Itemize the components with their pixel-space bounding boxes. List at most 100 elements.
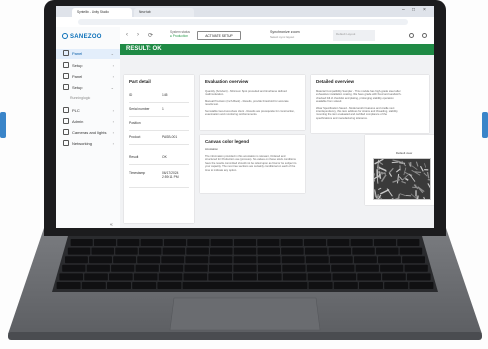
user-icon[interactable]	[422, 33, 427, 38]
keyboard-key	[107, 282, 131, 289]
browser-tabbar: Syntellix - Unity Studio New tab – □ ×	[56, 6, 434, 17]
laptop-screen: Syntellix - Unity Studio New tab – □ × S…	[56, 6, 434, 228]
close-icon[interactable]: ×	[423, 7, 426, 13]
browser-tab-active[interactable]: Syntellix - Unity Studio	[72, 8, 132, 17]
keyboard-key	[133, 273, 158, 281]
keyboard-key	[352, 247, 375, 255]
refresh-icon[interactable]: ⟳	[148, 32, 153, 39]
detail-key: Result	[129, 155, 139, 159]
detailed-text: Material Compatibility Sampler - This mo…	[316, 90, 424, 120]
scrap-piece	[427, 178, 430, 181]
keyboard-key	[65, 256, 88, 264]
keyboard-key	[233, 256, 257, 264]
keyboard-key	[70, 239, 93, 246]
legend-text: The information provided in this annotat…	[205, 155, 301, 172]
part-detail-card: Part detail ID 145 Serial number 1 Positio…	[124, 75, 194, 223]
sidebar-item-networking[interactable]: Networking ›	[56, 139, 120, 149]
keyboard-key	[359, 282, 383, 289]
sidebar-item-label: Admin	[72, 119, 84, 124]
sidebar-item-plc[interactable]: PLC ›	[56, 106, 120, 116]
wrench-icon	[63, 61, 69, 68]
browser-tab-new[interactable]: New tab	[134, 8, 194, 17]
keyboard-key	[185, 256, 209, 264]
chevron-icon: ›	[112, 74, 114, 79]
sync-zoom[interactable]: Synchronize zoom Select sync layout	[270, 30, 300, 39]
sidebar-item-label: Panel	[72, 74, 83, 79]
evaluation-text: Quantity (Scrubert) - Minimum Spot prece…	[205, 90, 301, 116]
keyboard-key	[373, 239, 397, 246]
keyboard-key	[208, 264, 233, 272]
sidebar-item-panel-2[interactable]: Panel ›	[56, 72, 120, 82]
evaluation-title: Evaluation overview	[205, 79, 249, 84]
keyboard-key	[208, 273, 232, 281]
app-logo: SANEZOO	[62, 33, 102, 40]
detail-key: ID	[129, 93, 133, 97]
logo-mark-icon	[62, 33, 68, 39]
settings-icon[interactable]	[409, 33, 414, 38]
keyboard-key	[257, 264, 282, 272]
url-field[interactable]	[78, 19, 408, 25]
sidebar-item-admin[interactable]: Admin ›	[56, 117, 120, 127]
sidebar-item-setup[interactable]: Setup ›	[56, 61, 120, 71]
detail-row-timestamp: Timestamp 06/17/2024 2:59:11 PM	[129, 167, 189, 188]
detailed-line: specifications and manufacturing toleran…	[316, 116, 368, 120]
keyboard-key	[382, 273, 406, 281]
detailed-title: Detailed overview	[316, 79, 355, 84]
sidebar-item-cameras[interactable]: Cameras and lights ›	[56, 128, 120, 138]
laptop-base	[8, 228, 482, 340]
detail-value: OK	[162, 155, 167, 159]
keyboard-key	[355, 264, 379, 272]
minimize-icon[interactable]: –	[402, 7, 405, 13]
logo-text: SANEZOO	[70, 34, 102, 40]
keyboard-key	[257, 247, 280, 255]
keyboard-key	[397, 239, 420, 246]
admin-icon	[63, 117, 69, 124]
keyboard-key	[140, 239, 163, 246]
collapse-sidebar-icon[interactable]: «	[110, 222, 113, 228]
sidebar-item-setup-2[interactable]: Setup ⌄	[56, 83, 120, 93]
detail-value: 1	[162, 107, 164, 111]
keyboard-key	[282, 273, 307, 281]
sidebar-item-label: Networking	[72, 141, 93, 146]
chevron-icon: ⌄	[110, 51, 114, 56]
right-accent-bar	[482, 112, 488, 138]
keyboard-key	[115, 247, 138, 255]
keyboard-key	[183, 273, 208, 281]
canvas-legend-card: Canvas color legend Annotation The infor…	[200, 135, 305, 193]
back-icon[interactable]: ‹	[126, 32, 128, 38]
keyboard-key	[62, 264, 86, 272]
evaluation-overview-card: Evaluation overview Quantity (Scrubert) …	[200, 75, 305, 130]
keyboard-key	[399, 247, 423, 255]
evaluation-line: Manual Precision (Inch-Book) - Results, …	[205, 99, 289, 103]
keyboard-key	[160, 264, 184, 272]
keyboard-key	[328, 247, 352, 255]
keyboard-key	[184, 264, 208, 272]
detail-row-id: ID 145	[129, 89, 189, 103]
sidebar-subitem-runninglogic[interactable]: Runninglogic	[56, 93, 120, 103]
legend-title: Canvas color legend	[205, 139, 250, 144]
keyboard-key	[306, 264, 330, 272]
detail-key: Position	[129, 121, 141, 125]
keyboard-key	[282, 264, 306, 272]
keyboard-key	[162, 247, 186, 255]
keyboard-key	[210, 247, 233, 255]
keyboard-key	[281, 256, 305, 264]
keyboard-key	[333, 282, 358, 289]
keyboard-key	[56, 282, 81, 289]
activate-setup-button[interactable]: ACTIVATE SETUP	[197, 31, 241, 40]
panel-icon	[63, 49, 69, 56]
keyboard-key	[384, 282, 409, 289]
keyboard-key	[305, 256, 329, 264]
forward-icon[interactable]: ›	[137, 32, 139, 38]
layout-select[interactable]: Default Layout	[333, 30, 375, 41]
system-status: System status ● Production	[170, 30, 190, 38]
touchpad	[169, 297, 321, 331]
parts-bin-image[interactable]	[373, 158, 431, 200]
keyboard-key	[357, 273, 381, 281]
keyboard-key	[157, 282, 182, 289]
keyboard-key	[378, 256, 401, 264]
sidebar-item-panel[interactable]: Panel ⌄	[56, 49, 120, 59]
keyboard-key	[308, 282, 333, 289]
maximize-icon[interactable]: □	[412, 7, 415, 13]
part-detail-title: Part detail	[129, 79, 151, 84]
